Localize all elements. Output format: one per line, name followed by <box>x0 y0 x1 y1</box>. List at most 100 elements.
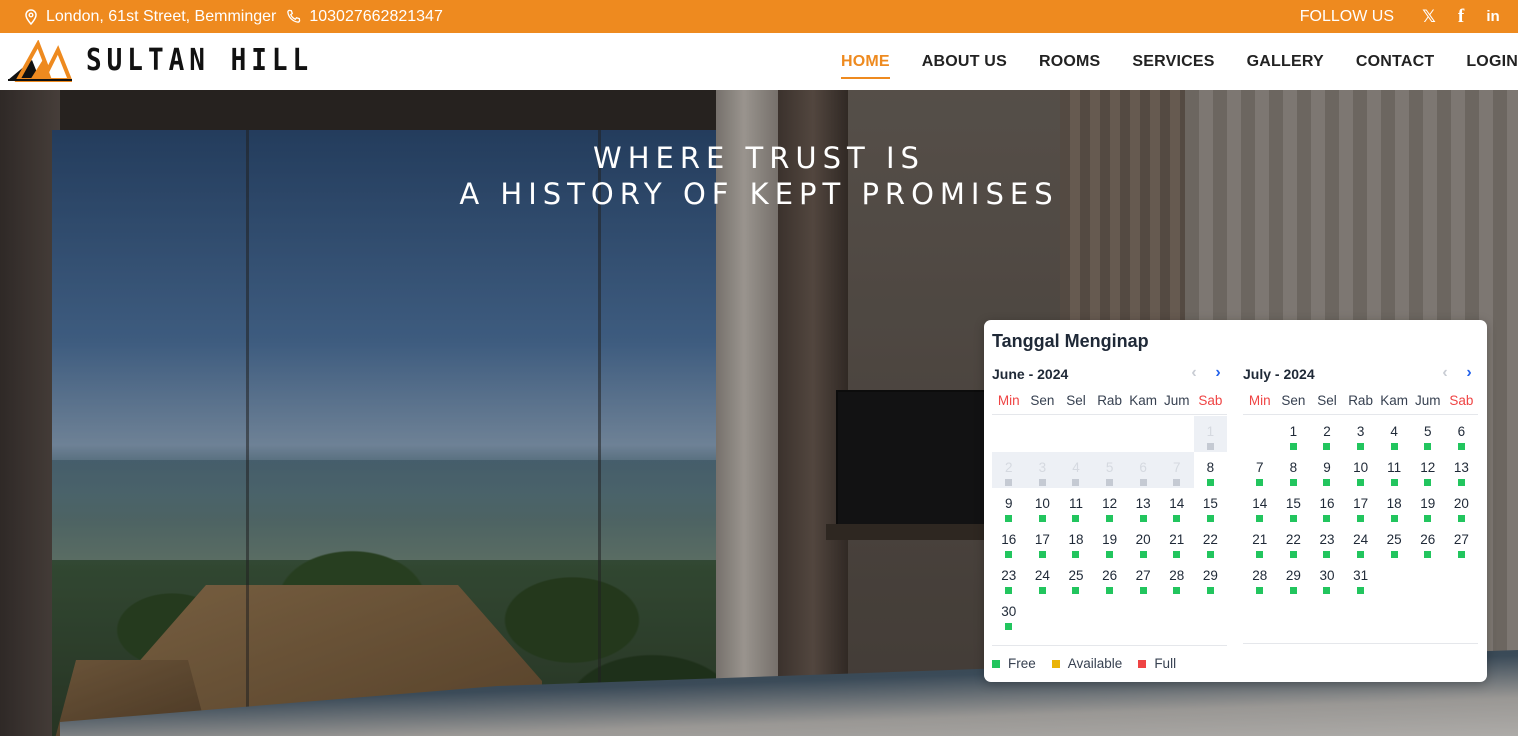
calendar-day[interactable]: 2 <box>1310 416 1344 452</box>
availability-dot <box>1357 515 1365 522</box>
prev-month-chevron-icon[interactable]: ‹ <box>1187 364 1201 382</box>
calendar-day[interactable]: 27 <box>1445 524 1479 560</box>
calendar-day[interactable]: 10 <box>1026 488 1060 524</box>
availability-dot <box>1424 479 1432 486</box>
calendar-day[interactable]: 9 <box>1310 452 1344 488</box>
calendar-month-june: June - 2024 ‹ › Min Sen Sel Rab Kam Jum Sab 12… <box>992 364 1228 632</box>
calendar-day[interactable]: 13 <box>1445 452 1479 488</box>
weekday-label: Sen <box>1281 393 1306 408</box>
nav-contact[interactable]: CONTACT <box>1356 53 1434 71</box>
nav-login[interactable]: LOGIN <box>1466 53 1518 71</box>
calendar-day: 2 <box>992 452 1026 488</box>
calendar-day[interactable]: 11 <box>1059 488 1093 524</box>
x-icon[interactable]: 𝕏 <box>1418 6 1440 28</box>
calendar-day[interactable]: 16 <box>992 524 1026 560</box>
availability-dot <box>1323 443 1331 450</box>
calendar-day[interactable]: 15 <box>1194 488 1228 524</box>
calendar-day[interactable]: 30 <box>1310 560 1344 596</box>
calendar-day[interactable]: 18 <box>1377 488 1411 524</box>
calendar-day[interactable]: 22 <box>1277 524 1311 560</box>
calendar-day[interactable]: 17 <box>1344 488 1378 524</box>
next-month-chevron-icon[interactable]: › <box>1211 364 1225 382</box>
phone-icon <box>287 9 301 23</box>
calendar-day[interactable]: 16 <box>1310 488 1344 524</box>
phone-text[interactable]: 103027662821347 <box>309 8 442 26</box>
calendar-day[interactable]: 13 <box>1126 488 1160 524</box>
calendar-day[interactable]: 19 <box>1411 488 1445 524</box>
calendar-day[interactable]: 20 <box>1445 488 1479 524</box>
legend-label: Free <box>1008 656 1036 671</box>
calendar-day[interactable]: 14 <box>1160 488 1194 524</box>
calendar-day[interactable]: 31 <box>1344 560 1378 596</box>
location-pin-icon <box>25 8 37 25</box>
calendar-day[interactable]: 27 <box>1126 560 1160 596</box>
availability-dot <box>1256 515 1264 522</box>
nav-home[interactable]: HOME <box>840 53 890 79</box>
calendar-day[interactable]: 25 <box>1059 560 1093 596</box>
availability-dot <box>1289 587 1297 594</box>
calendar-day[interactable]: 29 <box>1277 560 1311 596</box>
calendar-day[interactable]: 7 <box>1243 452 1277 488</box>
facebook-icon[interactable]: f <box>1450 6 1472 28</box>
calendar-day[interactable]: 10 <box>1344 452 1378 488</box>
availability-dot <box>1289 515 1297 522</box>
availability-dot <box>1139 551 1147 558</box>
availability-dot <box>1173 587 1181 594</box>
calendar-day[interactable]: 28 <box>1160 560 1194 596</box>
calendar-day[interactable]: 3 <box>1344 416 1378 452</box>
calendar-day[interactable]: 15 <box>1277 488 1311 524</box>
calendar-day[interactable]: 23 <box>1310 524 1344 560</box>
availability-dot <box>1139 587 1147 594</box>
calendar-day[interactable]: 24 <box>1026 560 1060 596</box>
availability-dot <box>1139 479 1147 486</box>
availability-dot <box>1173 479 1181 486</box>
availability-dot <box>1106 551 1114 558</box>
availability-dot <box>1323 515 1331 522</box>
calendar-day[interactable]: 20 <box>1126 524 1160 560</box>
weekday-label: Rab <box>1348 393 1373 408</box>
calendar-day[interactable]: 24 <box>1344 524 1378 560</box>
calendar-day[interactable]: 14 <box>1243 488 1277 524</box>
calendar-day[interactable]: 30 <box>992 596 1026 632</box>
calendar-empty-cell <box>1243 416 1277 452</box>
calendar-day[interactable]: 11 <box>1377 452 1411 488</box>
calendar-day[interactable]: 18 <box>1059 524 1093 560</box>
linkedin-icon[interactable]: in <box>1482 6 1504 28</box>
availability-dot <box>1139 515 1147 522</box>
calendar-day[interactable]: 23 <box>992 560 1026 596</box>
legend-swatch <box>1051 659 1060 668</box>
calendar-day[interactable]: 12 <box>1411 452 1445 488</box>
calendar-day[interactable]: 28 <box>1243 560 1277 596</box>
legend-item: Free <box>992 656 1036 671</box>
calendar-day[interactable]: 6 <box>1445 416 1479 452</box>
calendar-day[interactable]: 29 <box>1194 560 1228 596</box>
nav-rooms[interactable]: ROOMS <box>1039 53 1100 71</box>
calendar-day[interactable]: 9 <box>992 488 1026 524</box>
legend-label: Full <box>1154 656 1177 671</box>
calendar-day[interactable]: 25 <box>1377 524 1411 560</box>
calendar-day[interactable]: 26 <box>1093 560 1127 596</box>
calendar-day[interactable]: 8 <box>1194 452 1228 488</box>
calendar-day[interactable]: 19 <box>1093 524 1127 560</box>
calendar-day[interactable]: 5 <box>1411 416 1445 452</box>
calendar-day[interactable]: 12 <box>1093 488 1127 524</box>
availability-dot <box>1357 479 1365 486</box>
calendar-day[interactable]: 21 <box>1243 524 1277 560</box>
nav-about-us[interactable]: ABOUT US <box>922 53 1007 71</box>
calendar-day[interactable]: 4 <box>1377 416 1411 452</box>
weekday-label: Sab <box>1449 393 1474 408</box>
availability-dot <box>1038 479 1046 486</box>
prev-month-chevron-icon[interactable]: ‹ <box>1438 364 1452 382</box>
next-month-chevron-icon[interactable]: › <box>1462 364 1476 382</box>
calendar-day[interactable]: 8 <box>1277 452 1311 488</box>
calendar-day[interactable]: 26 <box>1411 524 1445 560</box>
nav-gallery[interactable]: GALLERY <box>1247 53 1324 71</box>
calendar-day[interactable]: 21 <box>1160 524 1194 560</box>
address-text: London, 61st Street, Bemminger <box>46 7 277 25</box>
site-logo[interactable]: SULTAN HILL <box>8 40 313 82</box>
nav-services[interactable]: SERVICES <box>1132 53 1214 71</box>
calendar-day[interactable]: 17 <box>1026 524 1060 560</box>
calendar-day[interactable]: 1 <box>1277 416 1311 452</box>
weekday-label: Sel <box>1317 393 1337 408</box>
calendar-day[interactable]: 22 <box>1194 524 1228 560</box>
